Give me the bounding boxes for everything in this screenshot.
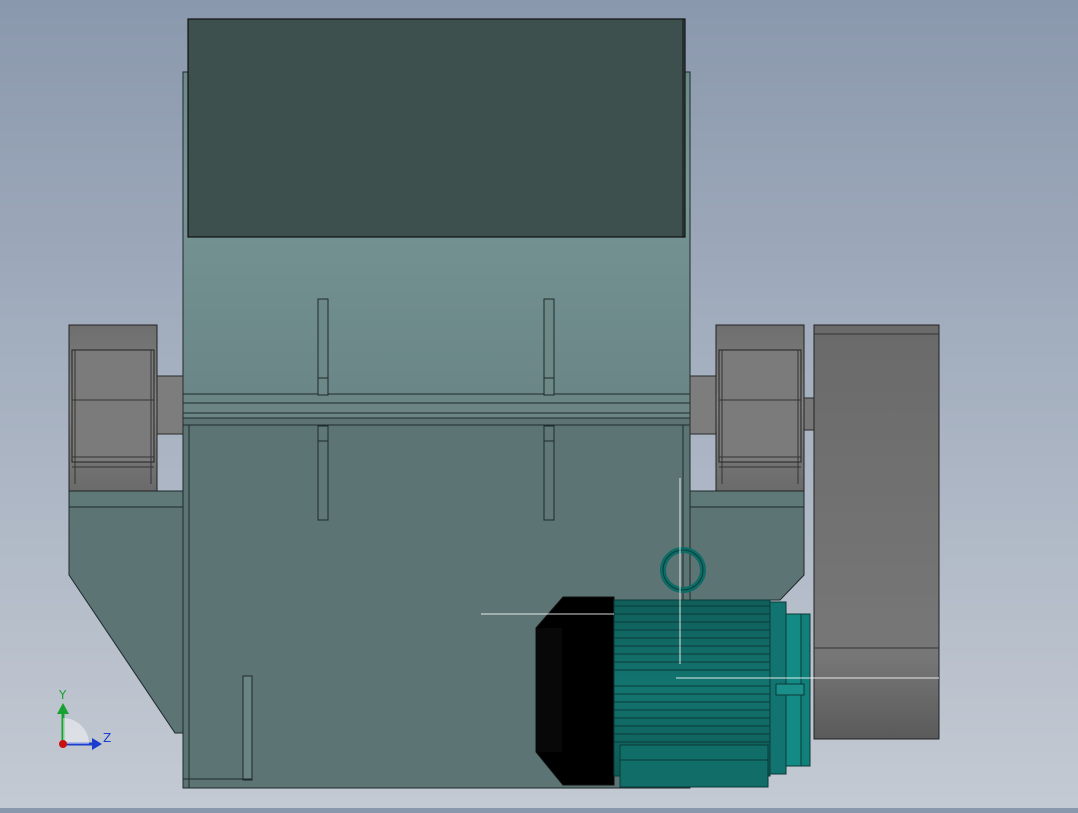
- feed-hopper[interactable]: [187, 18, 686, 238]
- left-base-support[interactable]: [68, 490, 184, 734]
- left-bearing-block[interactable]: [68, 324, 158, 492]
- right-bearing-block[interactable]: [715, 324, 805, 492]
- triad-z-label: Z: [103, 731, 112, 745]
- view-orientation-triad[interactable]: [57, 703, 102, 750]
- model-view[interactable]: [0, 0, 1078, 808]
- drive-pulley-guard[interactable]: [813, 324, 940, 740]
- graphics-viewport[interactable]: Y Z: [0, 0, 1078, 808]
- right-base-support[interactable]: [689, 490, 805, 601]
- housing-split-flange[interactable]: [182, 393, 691, 419]
- triad-y-label: Y: [59, 688, 67, 702]
